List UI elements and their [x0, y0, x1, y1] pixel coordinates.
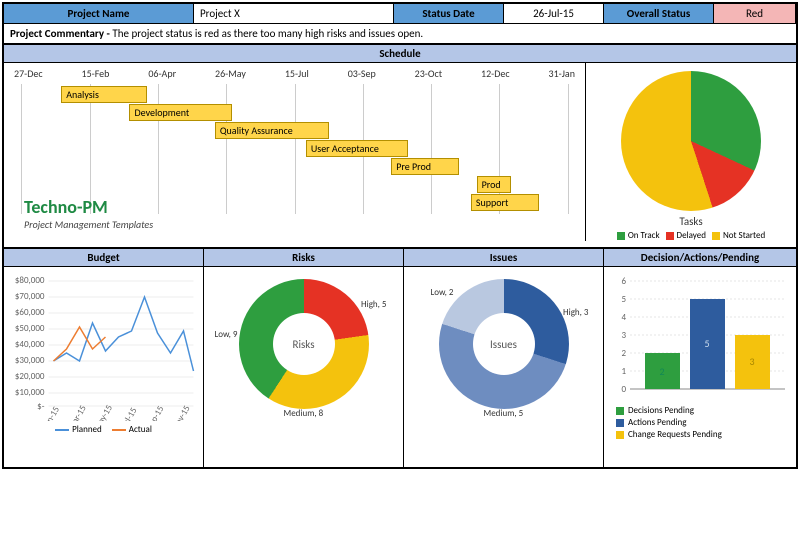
- schedule-row: 27-Dec 15-Feb 06-Apr 26-May 15-Jul 03-Se…: [4, 63, 796, 248]
- svg-text:Jul-15: Jul-15: [119, 405, 140, 421]
- risks-low-label: Low, 9: [215, 329, 238, 340]
- project-name-label: Project Name: [4, 4, 194, 23]
- gantt-bar-development[interactable]: Development: [129, 104, 231, 121]
- svg-text:3: 3: [621, 330, 626, 341]
- svg-text:5: 5: [621, 294, 626, 305]
- bottom-titles: Budget Risks Issues Decision/Actions/Pen…: [4, 248, 796, 267]
- issues-medium-label: Medium, 5: [484, 408, 524, 419]
- tasks-panel: Tasks On Track Delayed Not Started: [586, 63, 796, 247]
- issues-title: Issues: [404, 249, 604, 267]
- status-date-label: Status Date: [394, 4, 504, 23]
- legend-notstarted: Not Started: [712, 230, 765, 241]
- risks-medium-label: Medium, 8: [284, 408, 324, 419]
- issues-donut: Issues High, 3 Medium, 5 Low, 2: [439, 279, 569, 409]
- budget-panel: $80,000 $70,000 $60,000 $50,000 $40,000 …: [4, 267, 204, 467]
- watermark: Techno-PM Project Management Templates: [24, 196, 153, 231]
- svg-text:$-: $-: [37, 401, 45, 412]
- legend-delayed: Delayed: [666, 230, 706, 241]
- issues-low-label: Low, 2: [431, 287, 454, 298]
- gantt-date: 23-Oct: [415, 67, 442, 80]
- svg-text:$20,000: $20,000: [15, 371, 45, 382]
- gantt-date: 03-Sep: [348, 67, 376, 80]
- watermark-brand: Techno-PM: [24, 196, 153, 218]
- svg-text:$40,000: $40,000: [15, 339, 45, 350]
- gantt-bar-support[interactable]: Support: [471, 194, 539, 211]
- commentary-text: The project status is red as there too m…: [112, 27, 423, 40]
- svg-text:$50,000: $50,000: [15, 323, 45, 334]
- svg-text:May-15: May-15: [92, 403, 116, 421]
- legend-decisions: Decisions Pending: [616, 405, 792, 416]
- legend-change: Change Requests Pending: [616, 429, 792, 440]
- tasks-legend: On Track Delayed Not Started: [592, 230, 790, 241]
- tasks-pie-chart: [621, 71, 761, 211]
- svg-text:2: 2: [659, 365, 664, 378]
- gantt-date: 12-Dec: [481, 67, 510, 80]
- watermark-sub: Project Management Templates: [24, 218, 153, 231]
- gantt-date-axis: 27-Dec 15-Feb 06-Apr 26-May 15-Jul 03-Se…: [10, 67, 579, 80]
- legend-actual: Actual: [112, 424, 152, 435]
- commentary-label: Project Commentary -: [10, 27, 112, 40]
- svg-text:$70,000: $70,000: [15, 291, 45, 302]
- decisions-legend: Decisions Pending Actions Pending Change…: [608, 405, 792, 440]
- svg-text:Mar-15: Mar-15: [66, 403, 89, 421]
- project-commentary: Project Commentary - The project status …: [4, 24, 796, 44]
- risks-panel: Risks High, 5 Medium, 8 Low, 9: [204, 267, 404, 467]
- gantt-chart: 27-Dec 15-Feb 06-Apr 26-May 15-Jul 03-Se…: [4, 63, 586, 241]
- legend-planned: Planned: [55, 424, 102, 435]
- gantt-area: Analysis Development Quality Assurance U…: [10, 84, 579, 214]
- issues-high-label: High, 3: [563, 307, 588, 318]
- budget-chart: $80,000 $70,000 $60,000 $50,000 $40,000 …: [8, 271, 199, 421]
- risks-title: Risks: [204, 249, 404, 267]
- gantt-bar-uat[interactable]: User Acceptance: [306, 140, 408, 157]
- svg-text:$80,000: $80,000: [15, 275, 45, 286]
- gantt-date: 15-Feb: [82, 67, 110, 80]
- issues-panel: Issues High, 3 Medium, 5 Low, 2: [404, 267, 604, 467]
- status-date-value[interactable]: 26-Jul-15: [504, 4, 604, 23]
- gantt-bar-analysis[interactable]: Analysis: [61, 86, 146, 103]
- legend-actions: Actions Pending: [616, 417, 792, 428]
- gantt-date: 26-May: [215, 67, 246, 80]
- issues-center: Issues: [473, 313, 535, 375]
- overall-status-value: Red: [714, 4, 796, 23]
- legend-ontrack: On Track: [617, 230, 660, 241]
- svg-text:$10,000: $10,000: [15, 387, 45, 398]
- gantt-date: 15-Jul: [285, 67, 309, 80]
- gantt-date: 31-Jan: [549, 67, 575, 80]
- svg-text:1: 1: [621, 366, 626, 377]
- gantt-bar-qa[interactable]: Quality Assurance: [215, 122, 329, 139]
- svg-text:4: 4: [621, 312, 626, 323]
- gantt-date: 27-Dec: [14, 67, 43, 80]
- budget-title: Budget: [4, 249, 204, 267]
- risks-center: Risks: [273, 313, 335, 375]
- gantt-date: 06-Apr: [148, 67, 176, 80]
- project-name-value[interactable]: Project X: [194, 4, 394, 23]
- overall-status-label: Overall Status: [604, 4, 714, 23]
- svg-text:3: 3: [749, 355, 754, 368]
- project-status-report: Project Name Project X Status Date 26-Ju…: [2, 2, 798, 469]
- svg-text:$60,000: $60,000: [15, 307, 45, 318]
- svg-text:$30,000: $30,000: [15, 355, 45, 366]
- budget-legend: Planned Actual: [8, 424, 199, 435]
- svg-text:2: 2: [621, 348, 626, 359]
- decisions-panel: 6 5 4 3 2 1 0 2 5 3 Decisions Pending Ac…: [604, 267, 796, 467]
- gantt-bar-preprod[interactable]: Pre Prod: [391, 158, 459, 175]
- svg-text:0: 0: [621, 384, 626, 395]
- header-row: Project Name Project X Status Date 26-Ju…: [4, 4, 796, 24]
- risks-donut: Risks High, 5 Medium, 8 Low, 9: [239, 279, 369, 409]
- tasks-title: Tasks: [592, 215, 790, 228]
- risks-high-label: High, 5: [361, 299, 386, 310]
- svg-text:6: 6: [621, 276, 626, 287]
- decisions-title: Decision/Actions/Pending: [604, 249, 796, 267]
- bottom-panels: $80,000 $70,000 $60,000 $50,000 $40,000 …: [4, 267, 796, 467]
- svg-text:5: 5: [704, 337, 709, 350]
- svg-text:Sep-15: Sep-15: [144, 404, 166, 421]
- schedule-title: Schedule: [4, 44, 796, 63]
- gantt-bar-prod[interactable]: Prod: [477, 176, 511, 193]
- decisions-chart: 6 5 4 3 2 1 0 2 5 3: [608, 271, 792, 401]
